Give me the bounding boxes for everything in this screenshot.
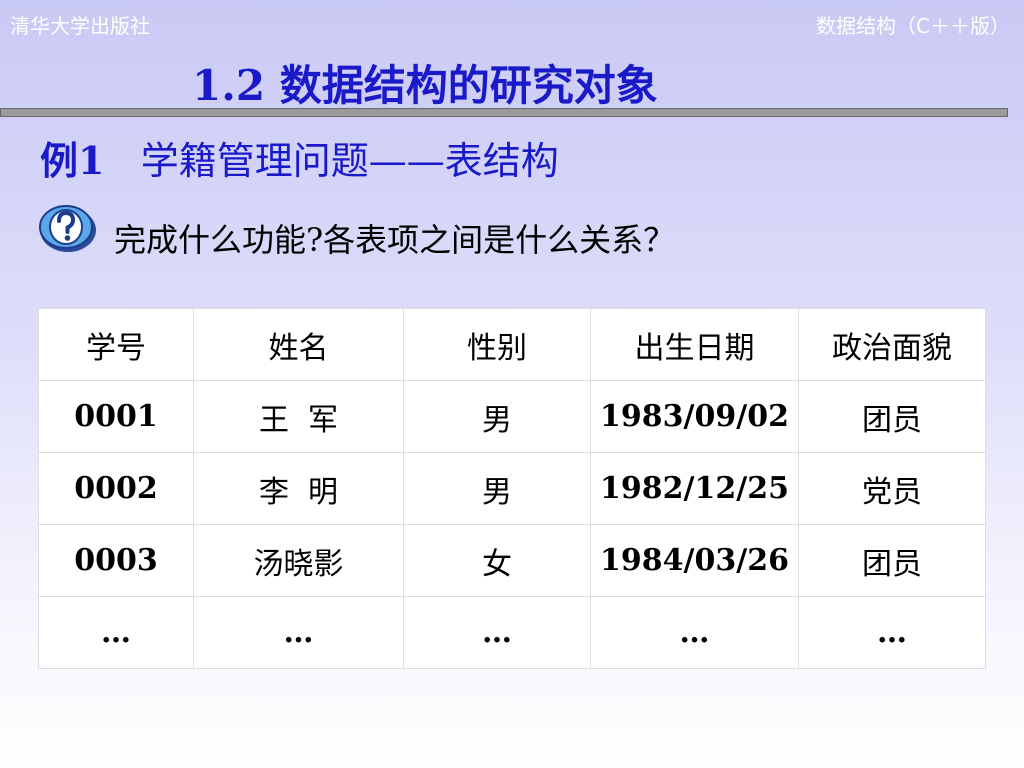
cell-political-status: 团员 [798, 524, 986, 597]
example-label: 例1 [40, 138, 105, 183]
header-gender: 性别 [403, 308, 591, 381]
cell-name: 汤晓影 [193, 524, 404, 597]
cell-ellipsis: … [798, 596, 986, 669]
cell-birth-date: 1984/03/26 [590, 524, 799, 597]
cell-name: 王 军 [193, 380, 404, 453]
cell-gender: 女 [403, 524, 591, 597]
table-header-row: 学号 姓名 性别 出生日期 政治面貌 [38, 308, 986, 381]
cell-political-status: 团员 [798, 380, 986, 453]
cell-political-status: 党员 [798, 452, 986, 525]
cell-student-id: 0003 [38, 524, 194, 597]
title-divider [0, 108, 1008, 117]
header-political-status: 政治面貌 [798, 308, 986, 381]
publisher-label: 清华大学出版社 [10, 14, 150, 38]
cell-name: 李 明 [193, 452, 404, 525]
cell-gender: 男 [403, 452, 591, 525]
cell-ellipsis: … [193, 596, 404, 669]
cell-student-id: 0001 [38, 380, 194, 453]
header-birth-date: 出生日期 [590, 308, 799, 381]
cell-birth-date: 1983/09/02 [590, 380, 799, 453]
table-row: … … … … … [38, 596, 986, 669]
cell-student-id: 0002 [38, 452, 194, 525]
header-student-id: 学号 [38, 308, 194, 381]
header-name: 姓名 [193, 308, 404, 381]
table-row: 0001 王 军 男 1983/09/02 团员 [38, 380, 986, 453]
example-title: 学籍管理问题——表结构 [140, 139, 559, 183]
cell-ellipsis: … [403, 596, 591, 669]
cell-gender: 男 [403, 380, 591, 453]
example-heading: 例1 学籍管理问题——表结构 [40, 130, 559, 185]
cell-ellipsis: … [590, 596, 799, 669]
slide-title: 1.2 数据结构的研究对象 [192, 61, 658, 110]
student-records-table: 学号 姓名 性别 出生日期 政治面貌 0001 王 军 男 1983/09/02… [38, 308, 986, 669]
question-mark-icon [39, 205, 96, 252]
table-row: 0003 汤晓影 女 1984/03/26 团员 [38, 524, 986, 597]
cell-ellipsis: … [38, 596, 194, 669]
cell-birth-date: 1982/12/25 [590, 452, 799, 525]
book-label: 数据结构（C＋＋版） [816, 14, 1010, 38]
table-row: 0002 李 明 男 1982/12/25 党员 [38, 452, 986, 525]
question-text: 完成什么功能?各表项之间是什么关系？ [114, 221, 676, 259]
